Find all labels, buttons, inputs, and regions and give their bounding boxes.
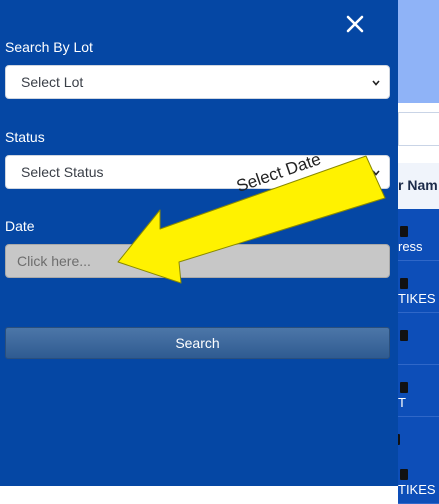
- status-select-value: Select Status: [21, 164, 104, 180]
- clipboard-icon[interactable]: [400, 330, 408, 341]
- column-header-name: r Nam: [398, 177, 438, 193]
- status-label: Status: [5, 129, 45, 145]
- row-text: ress: [398, 239, 423, 254]
- date-placeholder: Click here...: [17, 253, 91, 269]
- row-text: TIKES: [398, 482, 436, 497]
- clipboard-icon[interactable]: [400, 469, 408, 480]
- clipboard-icon[interactable]: [400, 226, 408, 237]
- clipboard-icon[interactable]: [400, 278, 408, 289]
- table-row[interactable]: [398, 313, 439, 365]
- table-row[interactable]: TIKES: [398, 261, 439, 313]
- status-select[interactable]: Select Status: [5, 155, 390, 189]
- search-button[interactable]: Search: [5, 327, 390, 359]
- clipboard-icon[interactable]: [400, 382, 408, 393]
- chevron-down-icon: [372, 170, 380, 176]
- lot-select[interactable]: Select Lot: [5, 65, 390, 99]
- lot-label: Search By Lot: [5, 39, 93, 55]
- table-row[interactable]: TIKES: [398, 452, 439, 504]
- close-button[interactable]: [343, 14, 367, 38]
- close-icon: [346, 15, 364, 33]
- row-text: T: [398, 395, 406, 410]
- date-label: Date: [5, 218, 35, 234]
- background-search-field[interactable]: [398, 112, 439, 146]
- background-header-bar: [398, 0, 439, 103]
- filter-panel: Search By Lot Select Lot Status Select S…: [0, 0, 398, 486]
- table-row[interactable]: T: [398, 365, 439, 417]
- lot-select-value: Select Lot: [21, 74, 84, 90]
- background-table-header: r Nam: [398, 163, 439, 210]
- row-text: TIKES: [398, 291, 436, 306]
- background-page: r Nam ress TIKES T TIKES: [392, 0, 439, 504]
- table-row[interactable]: ress: [398, 209, 439, 261]
- chevron-down-icon: [372, 80, 380, 86]
- date-input[interactable]: Click here...: [5, 244, 390, 278]
